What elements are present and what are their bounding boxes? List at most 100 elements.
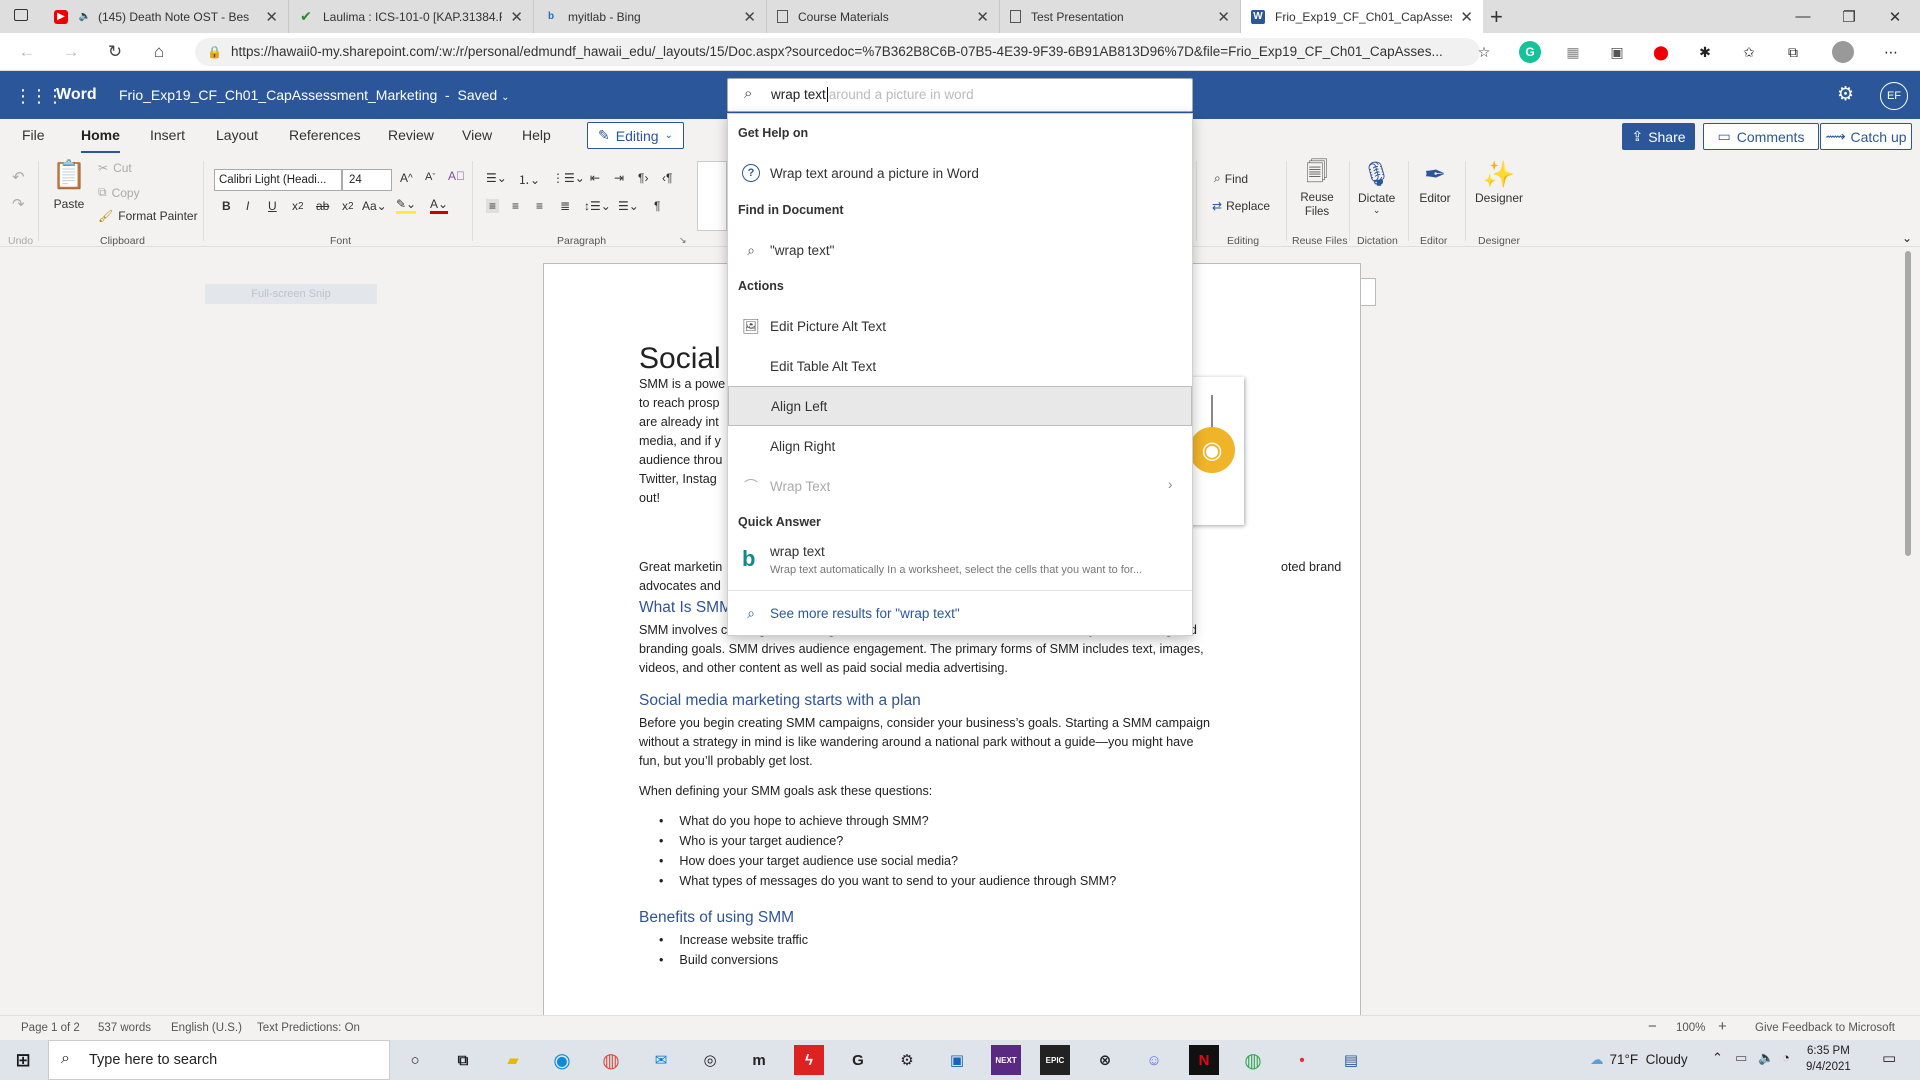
find-button[interactable]: ⌕ Find: [1214, 171, 1248, 186]
comments-button[interactable]: ▭ Comments: [1703, 123, 1819, 150]
close-tab-icon[interactable]: ✕: [743, 8, 756, 26]
browser-tab-word-doc[interactable]: W Frio_Exp19_CF_Ch01_CapAssessn ✕: [1241, 0, 1483, 33]
weather-widget[interactable]: ☁ 71°F Cloudy: [1590, 1052, 1688, 1068]
superscript-icon[interactable]: x2: [342, 199, 354, 213]
browser-tab-test-presentation[interactable]: Test Presentation ✕: [1000, 0, 1241, 33]
help-item[interactable]: ? Wrap text around a picture in Word: [728, 153, 1192, 193]
url-field[interactable]: 🔒 https://hawaii0-my.sharepoint.com/:w:/…: [195, 38, 1480, 66]
browser-tab-bing[interactable]: b myitlab - Bing ✕: [534, 0, 767, 33]
language[interactable]: English (U.S.): [171, 1022, 242, 1034]
search-box[interactable]: ⌕ wrap text around a picture in word: [727, 78, 1193, 112]
extension-icon[interactable]: ▦: [1562, 41, 1584, 63]
tab-layout[interactable]: Layout: [216, 127, 258, 143]
replace-button[interactable]: ⇄ Replace: [1212, 199, 1270, 213]
decrease-indent-icon[interactable]: ⇤: [590, 171, 600, 185]
italic-icon[interactable]: I: [246, 199, 249, 213]
close-tab-icon[interactable]: ✕: [1217, 8, 1230, 26]
collections-icon[interactable]: ⧉: [1782, 41, 1804, 63]
tab-home[interactable]: Home: [81, 127, 120, 154]
font-color-icon[interactable]: A⌄: [430, 197, 449, 214]
vertical-scrollbar[interactable]: [1905, 251, 1911, 556]
ltr-icon[interactable]: ¶›: [638, 171, 648, 185]
refresh-icon[interactable]: ↻: [102, 39, 128, 65]
tray-app-icon[interactable]: ▭: [1735, 1050, 1747, 1066]
redo-icon[interactable]: ↷: [12, 195, 25, 213]
clear-formatting-icon[interactable]: A⃠: [448, 169, 465, 183]
extension-icon[interactable]: ▣: [1606, 41, 1628, 63]
search-input[interactable]: wrap text around a picture in word: [771, 87, 974, 102]
restore-icon[interactable]: ❐: [1826, 0, 1872, 33]
strikethrough-icon[interactable]: ab: [316, 199, 329, 213]
edge-icon[interactable]: ◉: [547, 1045, 577, 1075]
ribbon-collapse-icon[interactable]: ⌄: [1902, 231, 1912, 245]
zoom-level[interactable]: 100%: [1676, 1022, 1705, 1034]
windows-start-icon[interactable]: ⊞: [8, 1045, 38, 1075]
netflix-icon[interactable]: N: [1189, 1045, 1219, 1075]
back-icon[interactable]: ←: [14, 39, 40, 65]
action-align-left[interactable]: Align Left: [728, 386, 1192, 426]
cut-button[interactable]: ✂ Cut: [98, 161, 132, 175]
doc-title[interactable]: Frio_Exp19_CF_Ch01_CapAssessment_Marketi…: [119, 87, 510, 103]
close-tab-icon[interactable]: ✕: [1460, 8, 1473, 26]
tab-help[interactable]: Help: [522, 127, 551, 143]
share-button[interactable]: ⇪ Share: [1622, 123, 1695, 150]
file-explorer-icon[interactable]: ▰: [498, 1045, 528, 1075]
app-dot-icon[interactable]: •: [1287, 1045, 1317, 1075]
tab-review[interactable]: Review: [388, 127, 434, 143]
close-window-icon[interactable]: ✕: [1872, 0, 1918, 33]
user-avatar[interactable]: EF: [1880, 82, 1908, 110]
tab-actions-icon[interactable]: [14, 9, 28, 21]
chrome-icon[interactable]: ◍: [596, 1045, 626, 1075]
discord-icon[interactable]: ☺: [1139, 1045, 1169, 1075]
feedback-link[interactable]: Give Feedback to Microsoft: [1755, 1022, 1895, 1034]
styles-gallery[interactable]: [697, 161, 727, 231]
font-size-select[interactable]: 24: [342, 169, 392, 191]
rtl-icon[interactable]: ‹¶: [662, 171, 672, 185]
paste-button[interactable]: 📋 Paste: [52, 157, 87, 212]
shrink-font-icon[interactable]: Aˇ: [425, 171, 435, 183]
justify-icon[interactable]: ≣: [560, 199, 570, 213]
align-left-icon[interactable]: ≡: [486, 199, 500, 213]
favorite-star-icon[interactable]: ☆: [1473, 41, 1495, 63]
dictate-button[interactable]: 🎙 Dictate ⌄: [1358, 157, 1395, 216]
app-doc-icon[interactable]: ▤: [1336, 1045, 1366, 1075]
format-painter-button[interactable]: 🖌 Format Painter: [98, 209, 198, 223]
tray-chevron-icon[interactable]: ⌃: [1712, 1050, 1723, 1066]
editor-button[interactable]: ✒ Editor: [1418, 157, 1452, 206]
layout-options-handle[interactable]: [1360, 278, 1376, 306]
task-view-icon[interactable]: ⧉: [448, 1045, 478, 1075]
numbering-icon[interactable]: ⒈⌄: [518, 171, 540, 188]
undo-icon[interactable]: ↶: [12, 168, 25, 186]
favorites-icon[interactable]: ✩: [1738, 41, 1760, 63]
speaker-icon[interactable]: 🔈: [1758, 1050, 1774, 1066]
browser-tab-youtube[interactable]: ▶ 🔈 (145) Death Note OST - Bes ✕: [44, 0, 289, 33]
speaker-icon[interactable]: 🔈: [78, 10, 92, 24]
change-case-icon[interactable]: Aa⌄: [362, 199, 387, 213]
clock[interactable]: 6:35 PM 9/4/2021: [1806, 1043, 1851, 1075]
app-bolt-icon[interactable]: ϟ: [794, 1045, 824, 1075]
page-count[interactable]: Page 1 of 2: [21, 1022, 80, 1034]
action-edit-picture-alt-text[interactable]: 🖼 Edit Picture Alt Text: [728, 306, 1192, 346]
app-next-icon[interactable]: NEXT: [991, 1045, 1021, 1075]
subscript-icon[interactable]: x2: [292, 199, 304, 213]
reuse-files-button[interactable]: 🗐 Reuse Files: [1298, 157, 1336, 219]
tab-file[interactable]: File: [22, 127, 45, 143]
mail-icon[interactable]: ✉: [646, 1045, 676, 1075]
see-more-results-link[interactable]: ⌕ See more results for "wrap text": [728, 593, 1192, 633]
catch-up-button[interactable]: ⟿ Catch up: [1820, 123, 1912, 150]
app-box-icon[interactable]: ▣: [942, 1045, 972, 1075]
find-item[interactable]: ⌕ "wrap text": [728, 230, 1192, 270]
more-menu-icon[interactable]: ⋯: [1880, 41, 1902, 63]
new-tab-icon[interactable]: +: [1490, 4, 1503, 30]
action-edit-table-alt-text[interactable]: Edit Table Alt Text: [728, 346, 1192, 386]
app-name[interactable]: Word: [56, 86, 97, 104]
browser-tab-laulima[interactable]: ✔ Laulima : ICS-101-0 [KAP.31384.F ✕: [289, 0, 534, 33]
tab-references[interactable]: References: [289, 127, 361, 143]
adblock-icon[interactable]: ⬤: [1650, 41, 1672, 63]
taskbar-search-box[interactable]: ⌕ Type here to search: [48, 1040, 390, 1080]
app-launcher-icon[interactable]: ⋮⋮⋮: [14, 86, 64, 107]
zoom-in-icon[interactable]: +: [1718, 1018, 1727, 1035]
font-name-select[interactable]: Calibri Light (Headi...: [214, 169, 342, 191]
increase-indent-icon[interactable]: ⇥: [614, 171, 624, 185]
align-center-icon[interactable]: ≡: [512, 199, 519, 213]
